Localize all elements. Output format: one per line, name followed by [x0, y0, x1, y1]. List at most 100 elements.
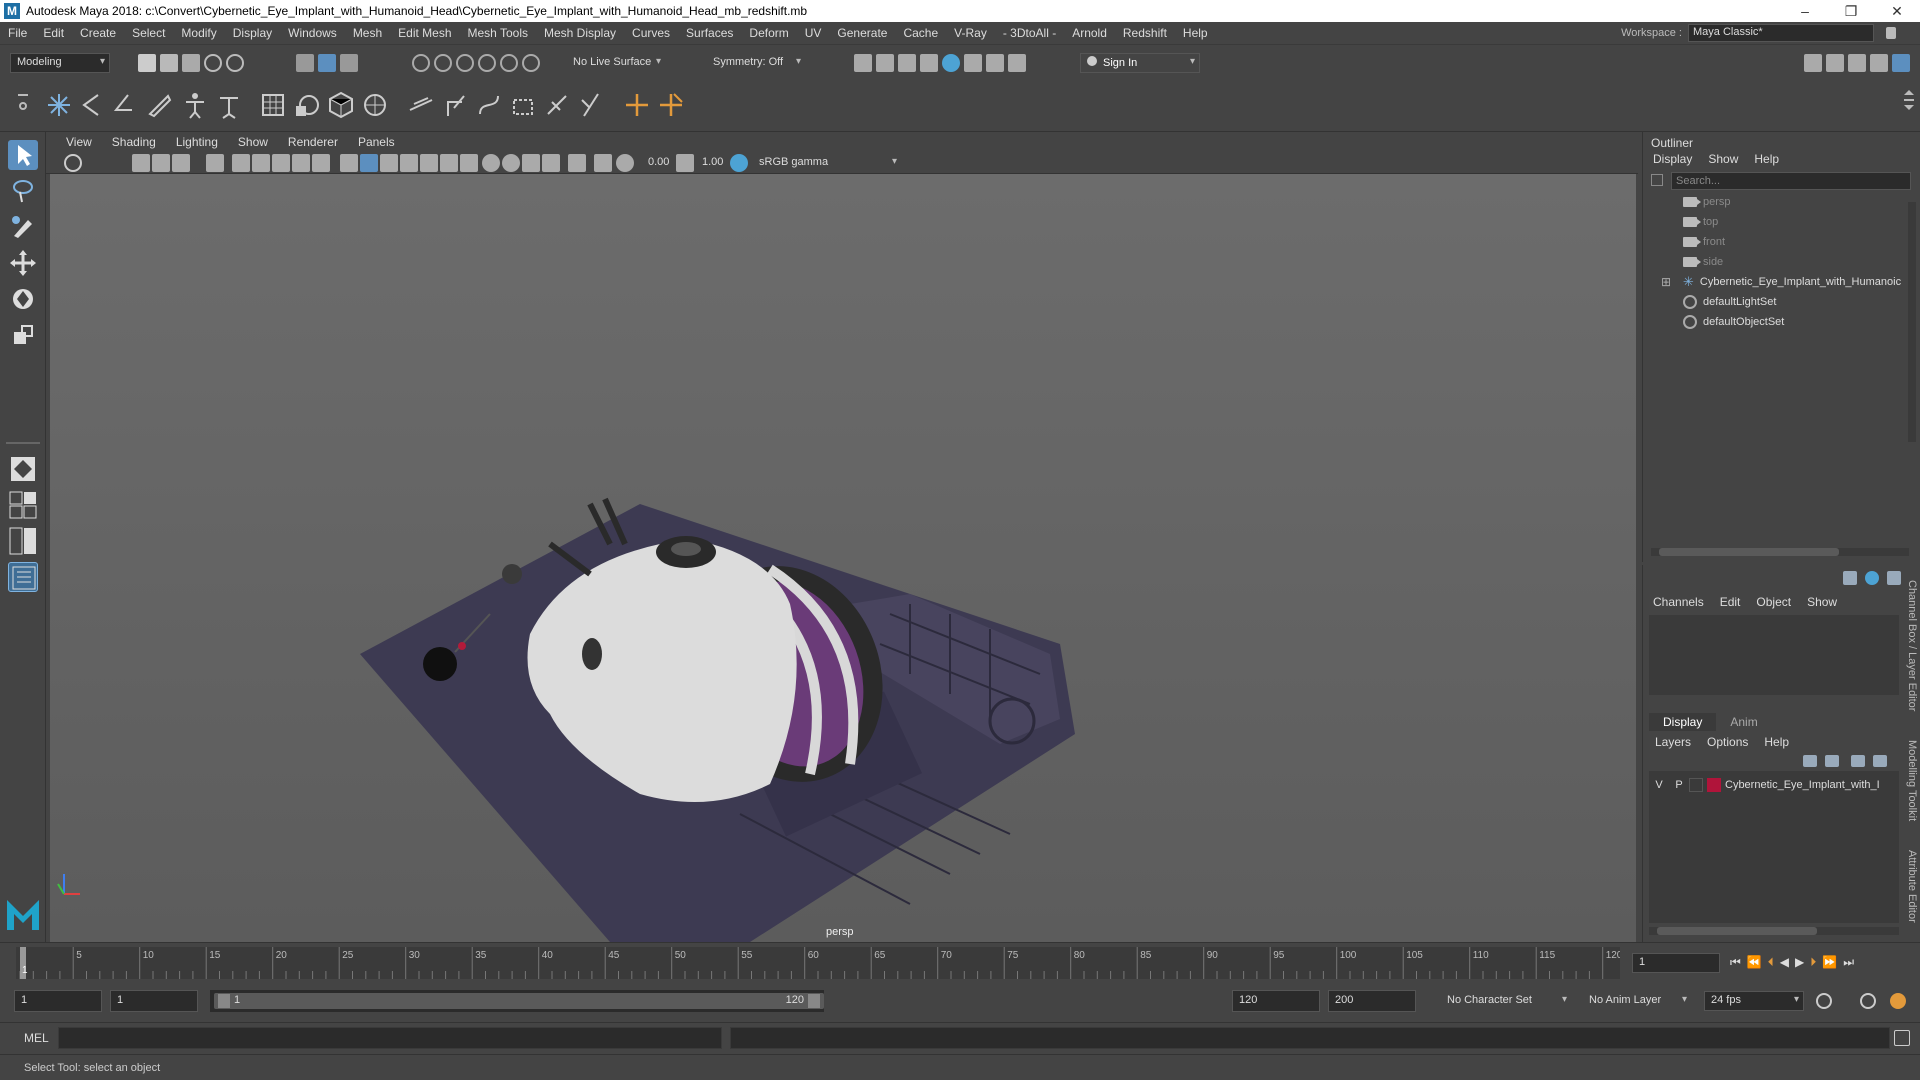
bookmarks-icon[interactable]: [152, 154, 170, 172]
channel-box-side-tab[interactable]: Channel Box / Layer Editor: [1906, 580, 1918, 711]
range-slider[interactable]: 1 120: [210, 990, 824, 1012]
depth-of-field-icon[interactable]: [542, 154, 560, 172]
safe-action-icon[interactable]: [312, 154, 330, 172]
menu-edit-mesh[interactable]: Edit Mesh: [390, 26, 459, 40]
viewport-menu-view[interactable]: View: [56, 135, 102, 149]
layer-tab-anim[interactable]: Anim: [1716, 713, 1771, 731]
ipr-render-icon[interactable]: [898, 54, 916, 72]
shelf-pencil-curve-icon[interactable]: [144, 90, 174, 120]
snap-together-icon[interactable]: [522, 54, 540, 72]
outliner-layout-icon[interactable]: [8, 562, 38, 592]
toggle-modeling-toolkit-icon[interactable]: [1804, 54, 1822, 72]
toggle-outliner-icon[interactable]: [1892, 54, 1910, 72]
layer-menu-help[interactable]: Help: [1764, 735, 1789, 749]
anim-layer-dropdown[interactable]: No Anim Layer: [1582, 991, 1692, 1011]
outliner-menu-display[interactable]: Display: [1653, 152, 1692, 166]
toggle-tool-settings-icon[interactable]: [1848, 54, 1866, 72]
viewport-menu-panels[interactable]: Panels: [348, 135, 405, 149]
shelf-sine-icon[interactable]: [474, 90, 504, 120]
lights-icon[interactable]: [440, 154, 458, 172]
minimize-button[interactable]: –: [1782, 0, 1828, 22]
menu-edit[interactable]: Edit: [35, 26, 72, 40]
live-surface-field[interactable]: No Live Surface: [566, 53, 666, 73]
layer-playback-toggle[interactable]: P: [1669, 779, 1689, 791]
shelf-lattice-icon[interactable]: [258, 90, 288, 120]
modelling-toolkit-side-tab[interactable]: Modelling Toolkit: [1906, 740, 1918, 821]
loop-playback-icon[interactable]: [1816, 993, 1832, 1009]
animation-preferences-icon[interactable]: [1890, 993, 1906, 1009]
channel-box-menu-show[interactable]: Show: [1807, 595, 1837, 609]
outliner-item[interactable]: defaultObjectSet: [1683, 312, 1784, 332]
animation-start-field[interactable]: 1: [14, 990, 102, 1012]
viewport-menu-shading[interactable]: Shading: [102, 135, 166, 149]
redo-icon[interactable]: [226, 54, 244, 72]
script-editor-icon[interactable]: [1894, 1030, 1910, 1046]
menu-arnold[interactable]: Arnold: [1064, 26, 1115, 40]
film-gate-icon[interactable]: [232, 154, 250, 172]
motion-blur-icon[interactable]: [502, 154, 520, 172]
menu-cache[interactable]: Cache: [895, 26, 946, 40]
menu-mesh-display[interactable]: Mesh Display: [536, 26, 624, 40]
last-tool-icon[interactable]: [8, 454, 38, 484]
isolate-select-icon[interactable]: [568, 154, 586, 172]
lock-icon[interactable]: [1886, 27, 1896, 39]
xray-icon[interactable]: [400, 154, 418, 172]
render-region-icon[interactable]: [964, 54, 982, 72]
viewport-menu-renderer[interactable]: Renderer: [278, 135, 348, 149]
paint-select-tool-icon[interactable]: [8, 212, 38, 242]
outliner-item[interactable]: side: [1683, 252, 1723, 272]
open-scene-icon[interactable]: [160, 54, 178, 72]
outliner-h-scrollbar[interactable]: [1651, 548, 1909, 556]
image-plane-icon[interactable]: [172, 154, 190, 172]
shadows-icon[interactable]: [460, 154, 478, 172]
single-pane-layout-icon[interactable]: [8, 490, 38, 520]
render-batch-icon[interactable]: [986, 54, 1004, 72]
3d-viewport[interactable]: persp: [50, 174, 1636, 942]
shelf-cluster-icon[interactable]: [360, 90, 390, 120]
menu-create[interactable]: Create: [72, 26, 124, 40]
sign-in-dropdown[interactable]: Sign In: [1080, 53, 1200, 73]
outliner-item[interactable]: ⊞ ✳ Cybernetic_Eye_Implant_with_Humanoic: [1661, 272, 1901, 292]
render-current-icon[interactable]: [876, 54, 894, 72]
gate-mask-icon[interactable]: [272, 154, 290, 172]
symmetry-dropdown[interactable]: Symmetry: Off: [706, 53, 806, 73]
outliner-item[interactable]: defaultLightSet: [1683, 292, 1776, 312]
move-tool-icon[interactable]: [8, 248, 38, 278]
move-layer-up-icon[interactable]: [1803, 755, 1817, 767]
layer-type-toggle[interactable]: [1689, 778, 1703, 792]
exposure-icon[interactable]: [616, 154, 634, 172]
gamma-value[interactable]: 1.00: [702, 156, 723, 168]
menu-generate[interactable]: Generate: [829, 26, 895, 40]
anti-aliasing-icon[interactable]: [522, 154, 540, 172]
shelf-ep-curve-icon[interactable]: [108, 90, 138, 120]
menu-display[interactable]: Display: [225, 26, 280, 40]
menu-uv[interactable]: UV: [797, 26, 830, 40]
shelf-hik-character-icon[interactable]: [180, 90, 210, 120]
wireframe-icon[interactable]: [340, 154, 358, 172]
ambient-occlusion-icon[interactable]: [482, 154, 500, 172]
new-layer-selected-icon[interactable]: [1873, 755, 1887, 767]
outliner-menu-help[interactable]: Help: [1754, 152, 1779, 166]
command-input[interactable]: [58, 1027, 722, 1049]
layer-menu-layers[interactable]: Layers: [1655, 735, 1691, 749]
layer-row[interactable]: V P Cybernetic_Eye_Implant_with_I: [1649, 775, 1899, 795]
save-scene-icon[interactable]: [182, 54, 200, 72]
menu-mesh-tools[interactable]: Mesh Tools: [460, 26, 536, 40]
pause-render-icon[interactable]: [1008, 54, 1026, 72]
channel-box-menu-edit[interactable]: Edit: [1720, 595, 1741, 609]
exposure-value[interactable]: 0.00: [648, 156, 669, 168]
toggle-channel-box-icon[interactable]: [1870, 54, 1888, 72]
shelf-sculpt-icon[interactable]: [292, 90, 322, 120]
menu-redshift[interactable]: Redshift: [1115, 26, 1175, 40]
viewport-menu-show[interactable]: Show: [228, 135, 278, 149]
step-forward-key-icon[interactable]: ⏩: [1822, 955, 1837, 970]
lasso-tool-icon[interactable]: [8, 176, 38, 206]
camera-attributes-icon[interactable]: [132, 154, 150, 172]
maximize-button[interactable]: ❐: [1828, 0, 1874, 22]
play-backwards-icon[interactable]: ◀: [1780, 955, 1789, 970]
outliner-item[interactable]: persp: [1683, 192, 1731, 212]
select-by-component-icon[interactable]: [340, 54, 358, 72]
menu-windows[interactable]: Windows: [280, 26, 345, 40]
smooth-shade-icon[interactable]: [360, 154, 378, 172]
snap-live-icon[interactable]: [500, 54, 518, 72]
